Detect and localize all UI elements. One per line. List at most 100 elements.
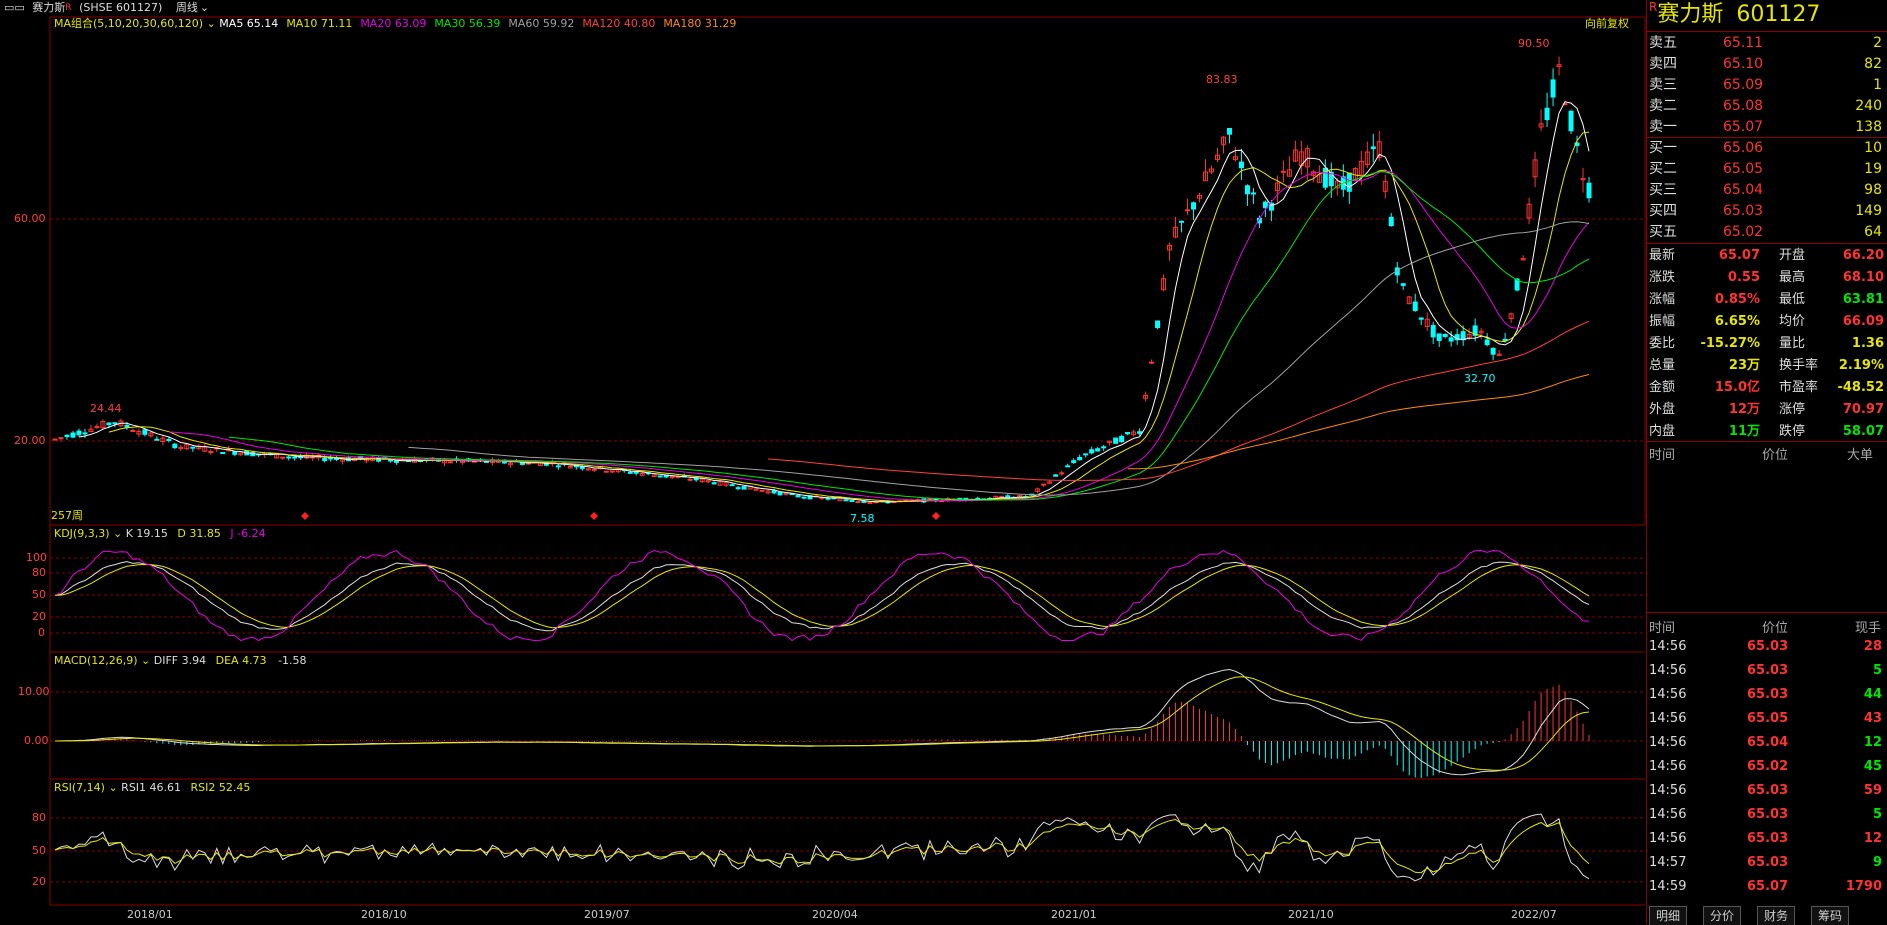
price-level-20: 20.00 [14,434,46,447]
stat-value: 15.0亿 [1714,380,1760,395]
candle-body [1412,301,1418,312]
ask-row[interactable]: 卖五 65.11 2 [1647,33,1887,54]
ma20-line [168,170,1590,502]
bid-row[interactable]: 买四 65.03 149 [1647,201,1887,222]
tab-price-distribution[interactable]: 分价 [1703,906,1742,925]
stat-value: 65.07 [1718,248,1760,263]
tab-chips[interactable]: 筹码 [1811,906,1850,925]
stat-label: 最新 [1649,248,1676,263]
stat-label: 开盘 [1779,248,1806,263]
tick-row[interactable]: 14:56 65.05 43 [1647,708,1887,729]
rsi-legend[interactable]: RSI(7,14) ⌄ RSI1 46.61 RSI2 52.45 [54,781,250,795]
stat-value: 66.20 [1842,248,1884,263]
ask-level-label: 卖一 [1649,119,1677,135]
rsi-level: 50 [32,844,46,857]
macd-label: MACD(12,26,9) [54,654,138,667]
candle-body [124,424,130,428]
tick-volume: 59 [1863,783,1882,798]
tick-row[interactable]: 14:56 65.04 12 [1647,732,1887,753]
candle-body [1280,170,1286,173]
kdj-level: 100 [26,551,47,564]
candle-body [825,497,831,500]
stat-row: 涨跌 0.55 最高 68.10 [1647,267,1887,288]
candle-body [849,500,855,503]
tick-price: 65.03 [1747,687,1789,702]
candle-body [1370,146,1376,150]
adjust-label[interactable]: 向前复权 [1585,17,1629,31]
tick-row[interactable]: 14:56 65.03 28 [1647,636,1887,657]
tick-row[interactable]: 14:59 65.07 1790 [1647,876,1887,897]
tab-finance[interactable]: 财务 [1757,906,1796,925]
tick-row[interactable]: 14:56 65.03 44 [1647,684,1887,705]
bid-volume: 19 [1864,161,1882,177]
bid-level-label: 买二 [1649,161,1677,177]
candle-body [142,429,148,435]
candle-body [1191,202,1197,210]
candle-body [232,451,238,455]
tick-row[interactable]: 14:56 65.02 45 [1647,756,1887,777]
quote-stock-code: 601127 [1736,2,1821,27]
ma-legend[interactable]: MA组合(5,10,20,30,60,120) ⌄ MA5 65.14 MA10 … [54,17,744,31]
ask-level-label: 卖三 [1649,77,1677,93]
chevron-down-icon: ⌄ [109,527,126,540]
tick-row[interactable]: 14:57 65.03 9 [1647,852,1887,873]
ask-row[interactable]: 卖四 65.10 82 [1647,54,1887,75]
event-marker [590,512,598,520]
candle-body [1065,465,1071,468]
candle-body [729,484,735,487]
bid-row[interactable]: 买五 65.02 64 [1647,222,1887,243]
col-big: 大单 [1847,448,1874,463]
candle-body [1095,448,1101,452]
annotation-high: 90.50 [1518,37,1550,50]
macd-legend[interactable]: MACD(12,26,9) ⌄ DIFF 3.94 DEA 4.73 -1.58 [54,654,307,668]
bid-row[interactable]: 买二 65.05 19 [1647,159,1887,180]
tick-row[interactable]: 14:56 65.03 5 [1647,804,1887,825]
tick-price: 65.03 [1747,831,1789,846]
bid-price: 65.03 [1723,203,1764,219]
candle-body [1226,127,1232,135]
candle-body [1053,474,1059,477]
detail-tabs: 明细 分价 财务 筹码 [1647,906,1887,925]
tick-time: 14:56 [1649,639,1687,654]
ma-value: MA5 65.14 [219,17,279,30]
stat-label: 涨幅 [1649,292,1676,307]
ma-value: MA60 59.92 [508,17,575,30]
stat-value: 0.85% [1714,292,1760,307]
tick-time: 14:57 [1649,855,1687,870]
kdj-d-line [54,563,1590,629]
tab-detail[interactable]: 明细 [1649,906,1688,925]
rsi-2: RSI2 52.45 [190,781,251,794]
candle-body [1137,431,1143,434]
col-time: 时间 [1649,448,1676,463]
candle-body [1185,209,1191,212]
tick-row[interactable]: 14:56 65.03 12 [1647,828,1887,849]
candle-body [711,482,717,485]
tick-volume: 9 [1872,855,1882,870]
kdj-legend[interactable]: KDJ(9,3,3) ⌄ K 19.15 D 31.85 J -6.24 [54,527,266,541]
tick-volume: 44 [1863,687,1882,702]
bid-volume: 98 [1864,182,1882,198]
ask-row[interactable]: 卖一 65.07 138 [1647,117,1887,138]
bid-row[interactable]: 买一 65.06 10 [1647,138,1887,159]
macd-level: 0.00 [24,734,49,747]
candle-body [1430,325,1436,338]
tick-row[interactable]: 14:56 65.03 5 [1647,660,1887,681]
ask-price: 65.11 [1723,35,1764,51]
stat-value: 0.55 [1727,270,1760,285]
stat-label: 涨跌 [1649,270,1676,285]
stat-value: 58.07 [1842,424,1884,439]
kdj-k-line [54,561,1590,632]
ask-row[interactable]: 卖三 65.09 1 [1647,75,1887,96]
candle-body [94,426,100,429]
bid-row[interactable]: 买三 65.04 98 [1647,180,1887,201]
stat-label: 金额 [1649,380,1676,395]
ask-row[interactable]: 卖二 65.08 240 [1647,96,1887,117]
tick-row[interactable]: 14:56 65.03 59 [1647,780,1887,801]
annotation-high: 24.44 [90,402,122,415]
ask-volume: 2 [1873,35,1882,51]
candle-body [1179,220,1185,223]
candle-body [1568,110,1574,132]
kdj-j: J -6.24 [230,527,266,540]
candle-body [1448,337,1454,342]
ma60-line [408,221,1590,496]
